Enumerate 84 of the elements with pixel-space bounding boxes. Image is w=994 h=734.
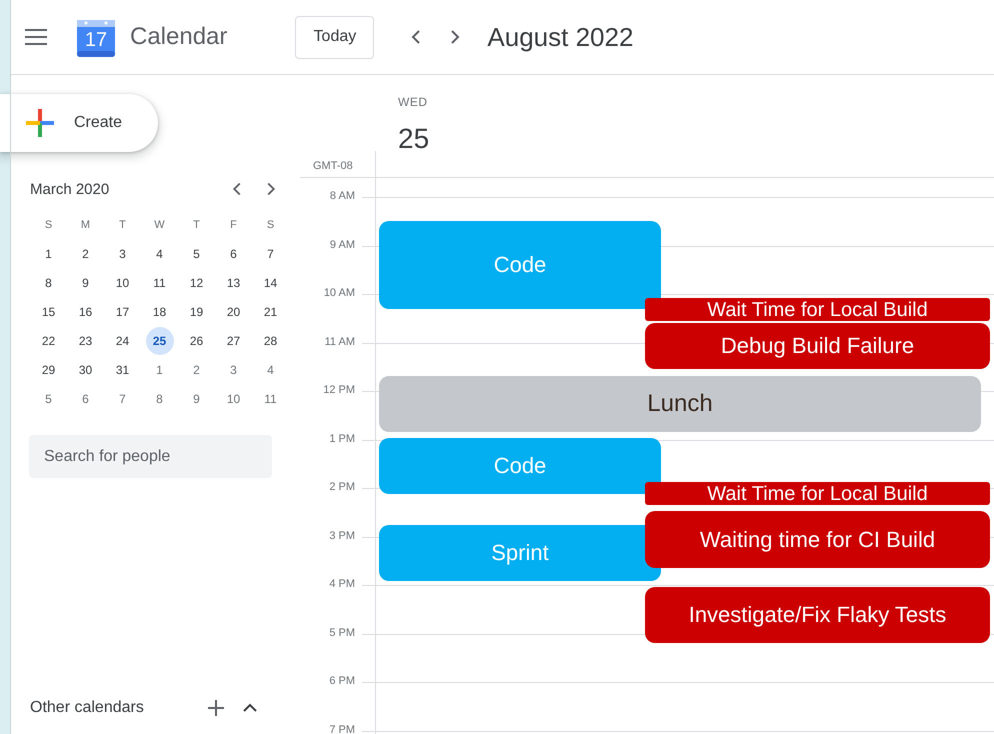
day-button[interactable]: 1 <box>34 240 62 268</box>
hour-label: 2 PM <box>328 481 356 495</box>
hour-label: 5 PM <box>328 626 356 640</box>
timezone-label: GMT-08 <box>313 160 353 172</box>
month-title: March 2020 <box>30 180 110 198</box>
hour-label: 3 PM <box>328 530 356 544</box>
day-button[interactable]: 9 <box>72 268 100 296</box>
day-button[interactable]: 15 <box>34 298 62 326</box>
event-block[interactable]: Debug Build Failure <box>645 323 990 369</box>
day-button[interactable]: 10 <box>108 268 136 296</box>
calendar-logo: 17 <box>76 17 116 57</box>
hour-label: 11 AM <box>324 336 356 350</box>
app-title: Calendar <box>130 23 228 51</box>
day-button[interactable]: 25 <box>146 326 174 354</box>
event-block[interactable]: Lunch <box>379 376 981 432</box>
day-button[interactable]: 7 <box>108 384 136 412</box>
day-button[interactable]: 2 <box>72 240 100 268</box>
day-button[interactable]: 8 <box>146 384 174 412</box>
weekday-label: T <box>119 218 126 230</box>
event-block[interactable]: Waiting time for CI Build <box>645 511 990 568</box>
caret-up-icon <box>242 703 258 713</box>
day-button[interactable]: 4 <box>146 240 174 268</box>
hour-label: 1 PM <box>328 432 356 446</box>
menu-icon <box>25 29 47 45</box>
day-button[interactable]: 13 <box>220 268 248 296</box>
day-button[interactable]: 23 <box>72 326 100 354</box>
day-button[interactable]: 17 <box>108 298 136 326</box>
day-button[interactable]: 18 <box>146 298 174 326</box>
weekday-label: F <box>230 218 237 230</box>
day-button[interactable]: 12 <box>182 268 210 296</box>
hour-label: 9 AM <box>328 238 356 252</box>
day-button[interactable]: 11 <box>256 384 284 412</box>
day-button[interactable]: 16 <box>72 298 100 326</box>
period-title: August 2022 <box>487 22 634 52</box>
weekday-label: M <box>80 218 90 230</box>
day-button[interactable]: 9 <box>182 384 210 412</box>
day-button[interactable]: 31 <box>108 356 136 384</box>
event-block[interactable]: Wait Time for Local Build <box>645 482 990 505</box>
event-block[interactable]: Investigate/Fix Flaky Tests <box>645 587 990 643</box>
hour-label: 10 AM <box>322 287 356 301</box>
day-button[interactable]: 1 <box>146 356 174 384</box>
day-button[interactable]: 11 <box>146 268 174 296</box>
create-button[interactable]: Create <box>0 94 158 152</box>
plus-icon <box>206 698 226 718</box>
day-button[interactable]: 27 <box>220 326 248 354</box>
hour-label: 6 PM <box>328 675 356 689</box>
weekday-label: T <box>193 218 200 230</box>
event-block[interactable]: Wait Time for Local Build <box>645 298 990 321</box>
day-button[interactable]: 3 <box>108 240 136 268</box>
day-button[interactable]: 5 <box>182 240 210 268</box>
day-button[interactable]: 6 <box>72 384 100 412</box>
add-calendar-button[interactable] <box>206 698 226 718</box>
day-button[interactable]: 21 <box>256 298 284 326</box>
day-button[interactable]: 24 <box>108 326 136 354</box>
weekday-label: S <box>44 218 52 230</box>
hour-label: 7 PM <box>328 724 356 734</box>
hour-label: 8 AM <box>328 190 356 204</box>
day-button[interactable]: 19 <box>182 298 210 326</box>
day-button[interactable]: 20 <box>220 298 248 326</box>
search-field[interactable]: Search for people <box>29 435 272 478</box>
day-button[interactable]: 8 <box>34 268 62 296</box>
day-button[interactable]: 29 <box>34 356 62 384</box>
day-button[interactable]: 10 <box>220 384 248 412</box>
section-title: Other calendars <box>30 699 145 717</box>
weekday-label: WED <box>398 95 428 109</box>
day-button[interactable]: 7 <box>256 240 284 268</box>
collapse-button[interactable] <box>242 703 258 713</box>
today-button[interactable]: Today <box>295 16 374 58</box>
day-button[interactable]: 30 <box>72 356 100 384</box>
day-button[interactable]: 3 <box>220 356 248 384</box>
day-button[interactable]: 22 <box>34 326 62 354</box>
day-button[interactable]: 6 <box>220 240 248 268</box>
hour-label: 12 PM <box>322 384 356 398</box>
day-button[interactable]: 2 <box>182 356 210 384</box>
date-label: 25 <box>398 122 430 156</box>
day-button[interactable]: 26 <box>182 326 210 354</box>
weekday-label: S <box>266 218 274 230</box>
day-button[interactable]: 4 <box>256 356 284 384</box>
day-button[interactable]: 28 <box>256 326 284 354</box>
plus-icon <box>24 107 56 139</box>
hour-label: 4 PM <box>328 578 356 592</box>
weekday-label: W <box>154 218 165 230</box>
day-button[interactable]: 5 <box>34 384 62 412</box>
day-button[interactable]: 14 <box>256 268 284 296</box>
